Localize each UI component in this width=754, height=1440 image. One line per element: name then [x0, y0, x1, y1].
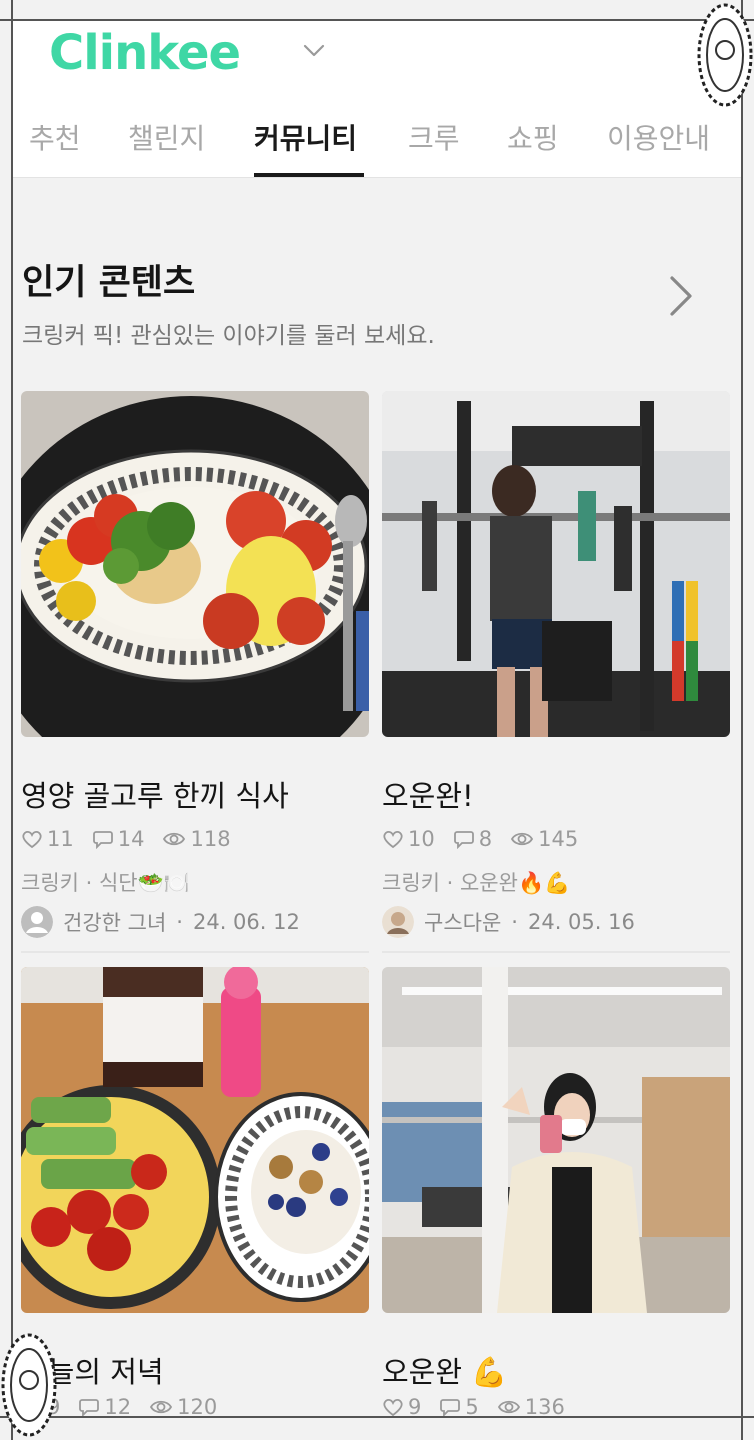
author-name: 건강한 그녀: [63, 911, 167, 935]
decorative-seal-icon: [697, 3, 753, 107]
chevron-right-icon[interactable]: [666, 274, 694, 318]
header-divider: [13, 177, 741, 178]
tab-recommend[interactable]: 추천: [29, 117, 81, 157]
heart-icon[interactable]: [382, 829, 404, 849]
tab-community[interactable]: 커뮤니티: [254, 117, 357, 157]
main-tabs: 추천 챌린지 커뮤니티 크루 쇼핑 이용안내: [13, 113, 741, 177]
chevron-down-icon[interactable]: [303, 43, 325, 59]
frame-edge: [0, 1416, 754, 1418]
eye-icon: [497, 1400, 520, 1414]
post-date: 24. 05. 16: [527, 910, 635, 934]
app-header: Clinkee 추천 챌린지 커뮤니티 크루 쇼핑 이용안내: [13, 21, 741, 177]
meal-photo[interactable]: [21, 391, 369, 737]
tab-crew[interactable]: 크루: [408, 117, 460, 157]
card-stats: 10 8 145: [382, 827, 578, 851]
card-divider: [21, 951, 369, 953]
selfie-photo[interactable]: [382, 967, 730, 1313]
like-count: 11: [47, 827, 74, 851]
clinkee-logo[interactable]: Clinkee: [49, 25, 241, 81]
section-title: 인기 콘텐츠: [22, 263, 196, 303]
view-count: 118: [190, 827, 231, 851]
eye-icon: [163, 832, 186, 846]
author-row[interactable]: 건강한 그녀 · 24. 06. 12: [21, 905, 300, 939]
comment-icon[interactable]: [453, 829, 475, 849]
eye-icon: [150, 1400, 173, 1414]
view-count: 145: [538, 827, 579, 851]
comment-count: 8: [478, 827, 493, 851]
tab-guide[interactable]: 이용안내: [607, 117, 710, 157]
heart-icon[interactable]: [382, 1397, 404, 1417]
card-title[interactable]: 오운완!: [382, 773, 474, 815]
decorative-seal-icon: [1, 1333, 57, 1437]
card-category: 크링키 · 식단🥗🍽️: [21, 871, 190, 895]
content-card[interactable]: 영양 골고루 한끼 식사 11 14 118 크링키 · 식단🥗🍽️ 건강한 그…: [21, 391, 369, 955]
comment-icon[interactable]: [439, 1397, 461, 1417]
card-title[interactable]: 오운완 💪: [382, 1349, 507, 1391]
comment-count: 14: [117, 827, 145, 851]
tab-challenge[interactable]: 챌린지: [128, 117, 205, 157]
frame-edge: [11, 0, 13, 1440]
frame-edge: [0, 19, 754, 21]
card-divider: [382, 951, 730, 953]
app-frame: Clinkee 추천 챌린지 커뮤니티 크루 쇼핑 이용안내 인기 콘텐츠 크링…: [0, 0, 754, 1440]
post-date: 24. 06. 12: [192, 910, 300, 934]
content-card[interactable]: 오운완 💪 9 5 136: [382, 967, 730, 1437]
card-category: 크링키 · 오운완🔥💪: [382, 871, 571, 895]
tab-shopping[interactable]: 쇼핑: [507, 117, 559, 157]
frame-edge: [741, 0, 743, 1440]
separator: ·: [176, 910, 183, 934]
avatar-icon[interactable]: [382, 906, 414, 938]
card-stats: 11 14 118: [21, 827, 231, 851]
like-count: 10: [408, 827, 435, 851]
content-card[interactable]: 오운완! 10 8 145 크링키 · 오운완🔥💪 구스다운 · 24. 05.…: [382, 391, 730, 955]
avatar-icon[interactable]: [21, 906, 53, 938]
comment-icon[interactable]: [78, 1397, 100, 1417]
section-subtitle: 크링커 픽! 관심있는 이야기를 둘러 보세요.: [22, 323, 435, 349]
eye-icon: [511, 832, 534, 846]
separator: ·: [511, 910, 518, 934]
heart-icon[interactable]: [21, 829, 43, 849]
author-row[interactable]: 구스다운 · 24. 05. 16: [382, 905, 635, 939]
comment-icon[interactable]: [92, 829, 114, 849]
author-name: 구스다운: [424, 911, 502, 935]
dinner-photo[interactable]: [21, 967, 369, 1313]
card-title[interactable]: 영양 골고루 한끼 식사: [21, 773, 289, 815]
content-card[interactable]: 오늘의 저녁 9 12 120: [21, 967, 369, 1437]
gym-photo[interactable]: [382, 391, 730, 737]
